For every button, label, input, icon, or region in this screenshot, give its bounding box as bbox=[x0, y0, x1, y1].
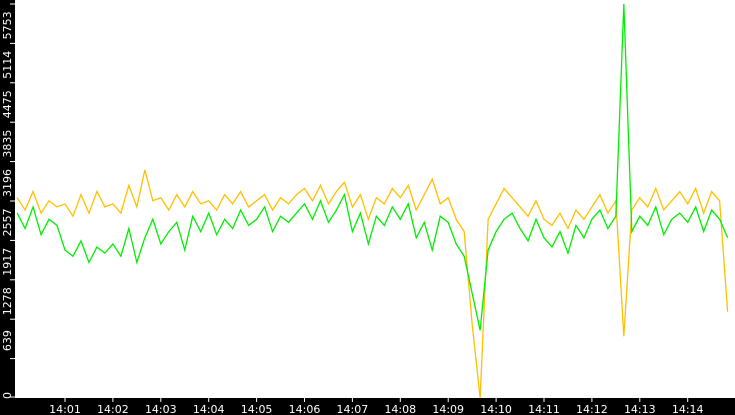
x-tick-label: 14:02 bbox=[97, 403, 129, 415]
chart: 0639127819172557319638354475511457536393… bbox=[0, 0, 735, 415]
x-tick-label: 14:11 bbox=[528, 403, 560, 415]
y-tick-label: 1917 bbox=[1, 248, 14, 276]
y-tick-label: 639 bbox=[1, 330, 14, 351]
x-tick-label: 14:06 bbox=[289, 403, 321, 415]
x-tick-label: 14:09 bbox=[432, 403, 464, 415]
plot-area bbox=[15, 0, 735, 398]
y-tick-label: 3835 bbox=[1, 130, 14, 158]
x-tick-label: 14:03 bbox=[145, 403, 177, 415]
x-tick-label: 14:10 bbox=[480, 403, 512, 415]
x-tick-label: 14:01 bbox=[49, 403, 81, 415]
x-tick-label: 14:08 bbox=[384, 403, 416, 415]
y-tick-label: 5753 bbox=[1, 11, 14, 39]
x-tick-label: 14:05 bbox=[241, 403, 273, 415]
x-tick-label: 14:12 bbox=[576, 403, 608, 415]
y-tick-label: 1278 bbox=[1, 287, 14, 315]
y-tick-label: 0 bbox=[1, 392, 14, 399]
y-tick-label: 3196 bbox=[1, 169, 14, 197]
y-tick-label: 5114 bbox=[1, 51, 14, 79]
x-tick-label: 14:07 bbox=[337, 403, 369, 415]
y-tick-label: 2557 bbox=[1, 208, 14, 236]
x-tick-label: 14:04 bbox=[193, 403, 225, 415]
x-tick-label: 14:13 bbox=[624, 403, 656, 415]
x-tick-label: 14:14 bbox=[672, 403, 704, 415]
y-tick-label: 4475 bbox=[1, 90, 14, 118]
